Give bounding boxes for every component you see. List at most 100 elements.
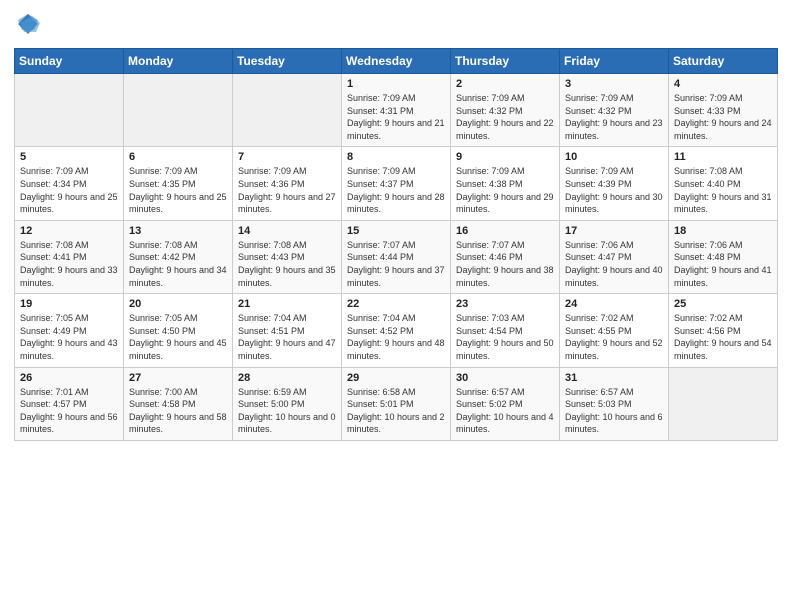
- day-number: 15: [347, 225, 445, 237]
- day-number: 21: [238, 298, 336, 310]
- calendar-header-saturday: Saturday: [669, 49, 778, 74]
- day-info: Sunrise: 7:08 AM Sunset: 4:40 PM Dayligh…: [674, 165, 772, 215]
- day-number: 4: [674, 78, 772, 90]
- calendar-week-5: 26 Sunrise: 7:01 AM Sunset: 4:57 PM Dayli…: [15, 367, 778, 440]
- day-number: 22: [347, 298, 445, 310]
- calendar-header-thursday: Thursday: [451, 49, 560, 74]
- calendar-cell: 30 Sunrise: 6:57 AM Sunset: 5:02 PM Dayli…: [451, 367, 560, 440]
- calendar-header-sunday: Sunday: [15, 49, 124, 74]
- day-number: 19: [20, 298, 118, 310]
- day-number: 24: [565, 298, 663, 310]
- calendar-cell: 11 Sunrise: 7:08 AM Sunset: 4:40 PM Dayli…: [669, 147, 778, 220]
- calendar-header-row: SundayMondayTuesdayWednesdayThursdayFrid…: [15, 49, 778, 74]
- day-info: Sunrise: 7:09 AM Sunset: 4:32 PM Dayligh…: [456, 92, 554, 142]
- day-number: 5: [20, 151, 118, 163]
- calendar-cell: 16 Sunrise: 7:07 AM Sunset: 4:46 PM Dayli…: [451, 220, 560, 293]
- calendar-cell: 31 Sunrise: 6:57 AM Sunset: 5:03 PM Dayli…: [560, 367, 669, 440]
- day-info: Sunrise: 7:08 AM Sunset: 4:43 PM Dayligh…: [238, 239, 336, 289]
- day-info: Sunrise: 7:07 AM Sunset: 4:44 PM Dayligh…: [347, 239, 445, 289]
- calendar-cell: 2 Sunrise: 7:09 AM Sunset: 4:32 PM Daylig…: [451, 74, 560, 147]
- day-number: 9: [456, 151, 554, 163]
- day-number: 17: [565, 225, 663, 237]
- day-info: Sunrise: 7:05 AM Sunset: 4:49 PM Dayligh…: [20, 312, 118, 362]
- calendar-cell: 12 Sunrise: 7:08 AM Sunset: 4:41 PM Dayli…: [15, 220, 124, 293]
- day-number: 7: [238, 151, 336, 163]
- day-info: Sunrise: 7:09 AM Sunset: 4:39 PM Dayligh…: [565, 165, 663, 215]
- calendar-table: SundayMondayTuesdayWednesdayThursdayFrid…: [14, 48, 778, 441]
- calendar-cell: 8Sunrise: 7:09 AM Sunset: 4:37 PM Daylig…: [342, 147, 451, 220]
- calendar-cell: 27 Sunrise: 7:00 AM Sunset: 4:58 PM Dayli…: [124, 367, 233, 440]
- day-info: Sunrise: 7:09 AM Sunset: 4:31 PM Dayligh…: [347, 92, 445, 142]
- header: [14, 10, 778, 38]
- calendar-cell: 25 Sunrise: 7:02 AM Sunset: 4:56 PM Dayli…: [669, 294, 778, 367]
- calendar-cell: 17 Sunrise: 7:06 AM Sunset: 4:47 PM Dayli…: [560, 220, 669, 293]
- day-number: 13: [129, 225, 227, 237]
- day-number: 12: [20, 225, 118, 237]
- day-info: Sunrise: 7:08 AM Sunset: 4:41 PM Dayligh…: [20, 239, 118, 289]
- calendar-header-wednesday: Wednesday: [342, 49, 451, 74]
- day-info: Sunrise: 7:06 AM Sunset: 4:47 PM Dayligh…: [565, 239, 663, 289]
- day-info: Sunrise: 7:06 AM Sunset: 4:48 PM Dayligh…: [674, 239, 772, 289]
- calendar-cell: 5 Sunrise: 7:09 AM Sunset: 4:34 PM Daylig…: [15, 147, 124, 220]
- calendar-cell: 19 Sunrise: 7:05 AM Sunset: 4:49 PM Dayli…: [15, 294, 124, 367]
- calendar-cell: 1 Sunrise: 7:09 AM Sunset: 4:31 PM Daylig…: [342, 74, 451, 147]
- calendar-week-4: 19 Sunrise: 7:05 AM Sunset: 4:49 PM Dayli…: [15, 294, 778, 367]
- day-number: 30: [456, 372, 554, 384]
- calendar-cell: 26 Sunrise: 7:01 AM Sunset: 4:57 PM Dayli…: [15, 367, 124, 440]
- calendar-header-friday: Friday: [560, 49, 669, 74]
- day-number: 14: [238, 225, 336, 237]
- day-number: 31: [565, 372, 663, 384]
- calendar-cell: 20 Sunrise: 7:05 AM Sunset: 4:50 PM Dayli…: [124, 294, 233, 367]
- day-number: 20: [129, 298, 227, 310]
- day-number: 3: [565, 78, 663, 90]
- calendar-cell: 6Sunrise: 7:09 AM Sunset: 4:35 PM Daylig…: [124, 147, 233, 220]
- logo: [14, 10, 44, 38]
- calendar-cell: 23Sunrise: 7:03 AM Sunset: 4:54 PM Dayli…: [451, 294, 560, 367]
- day-info: Sunrise: 7:01 AM Sunset: 4:57 PM Dayligh…: [20, 386, 118, 436]
- day-info: Sunrise: 7:09 AM Sunset: 4:35 PM Dayligh…: [129, 165, 227, 215]
- calendar-cell: 13Sunrise: 7:08 AM Sunset: 4:42 PM Dayli…: [124, 220, 233, 293]
- day-number: 2: [456, 78, 554, 90]
- day-info: Sunrise: 7:02 AM Sunset: 4:55 PM Dayligh…: [565, 312, 663, 362]
- calendar-header-tuesday: Tuesday: [233, 49, 342, 74]
- day-number: 11: [674, 151, 772, 163]
- day-number: 1: [347, 78, 445, 90]
- calendar-cell: 21 Sunrise: 7:04 AM Sunset: 4:51 PM Dayli…: [233, 294, 342, 367]
- day-number: 18: [674, 225, 772, 237]
- calendar-cell: 22 Sunrise: 7:04 AM Sunset: 4:52 PM Dayli…: [342, 294, 451, 367]
- calendar-cell: 18 Sunrise: 7:06 AM Sunset: 4:48 PM Dayli…: [669, 220, 778, 293]
- day-info: Sunrise: 6:57 AM Sunset: 5:03 PM Dayligh…: [565, 386, 663, 436]
- day-number: 10: [565, 151, 663, 163]
- day-info: Sunrise: 7:07 AM Sunset: 4:46 PM Dayligh…: [456, 239, 554, 289]
- day-number: 25: [674, 298, 772, 310]
- calendar-week-2: 5 Sunrise: 7:09 AM Sunset: 4:34 PM Daylig…: [15, 147, 778, 220]
- day-info: Sunrise: 7:04 AM Sunset: 4:51 PM Dayligh…: [238, 312, 336, 362]
- page: SundayMondayTuesdayWednesdayThursdayFrid…: [0, 0, 792, 612]
- day-number: 26: [20, 372, 118, 384]
- calendar-cell: 9 Sunrise: 7:09 AM Sunset: 4:38 PM Daylig…: [451, 147, 560, 220]
- day-info: Sunrise: 7:09 AM Sunset: 4:34 PM Dayligh…: [20, 165, 118, 215]
- calendar-cell: [124, 74, 233, 147]
- calendar-cell: 29Sunrise: 6:58 AM Sunset: 5:01 PM Dayli…: [342, 367, 451, 440]
- logo-icon: [14, 10, 42, 38]
- calendar-week-3: 12 Sunrise: 7:08 AM Sunset: 4:41 PM Dayli…: [15, 220, 778, 293]
- day-number: 27: [129, 372, 227, 384]
- day-info: Sunrise: 7:04 AM Sunset: 4:52 PM Dayligh…: [347, 312, 445, 362]
- calendar-cell: 15 Sunrise: 7:07 AM Sunset: 4:44 PM Dayli…: [342, 220, 451, 293]
- calendar-cell: 28Sunrise: 6:59 AM Sunset: 5:00 PM Dayli…: [233, 367, 342, 440]
- calendar-week-1: 1 Sunrise: 7:09 AM Sunset: 4:31 PM Daylig…: [15, 74, 778, 147]
- calendar-cell: 10 Sunrise: 7:09 AM Sunset: 4:39 PM Dayli…: [560, 147, 669, 220]
- calendar-cell: [15, 74, 124, 147]
- calendar-cell: [233, 74, 342, 147]
- calendar-cell: 3Sunrise: 7:09 AM Sunset: 4:32 PM Daylig…: [560, 74, 669, 147]
- day-number: 16: [456, 225, 554, 237]
- calendar-header-monday: Monday: [124, 49, 233, 74]
- day-info: Sunrise: 6:57 AM Sunset: 5:02 PM Dayligh…: [456, 386, 554, 436]
- day-info: Sunrise: 7:02 AM Sunset: 4:56 PM Dayligh…: [674, 312, 772, 362]
- day-info: Sunrise: 7:09 AM Sunset: 4:38 PM Dayligh…: [456, 165, 554, 215]
- day-number: 23: [456, 298, 554, 310]
- day-info: Sunrise: 6:59 AM Sunset: 5:00 PM Dayligh…: [238, 386, 336, 436]
- day-info: Sunrise: 7:05 AM Sunset: 4:50 PM Dayligh…: [129, 312, 227, 362]
- day-info: Sunrise: 7:00 AM Sunset: 4:58 PM Dayligh…: [129, 386, 227, 436]
- day-info: Sunrise: 6:58 AM Sunset: 5:01 PM Dayligh…: [347, 386, 445, 436]
